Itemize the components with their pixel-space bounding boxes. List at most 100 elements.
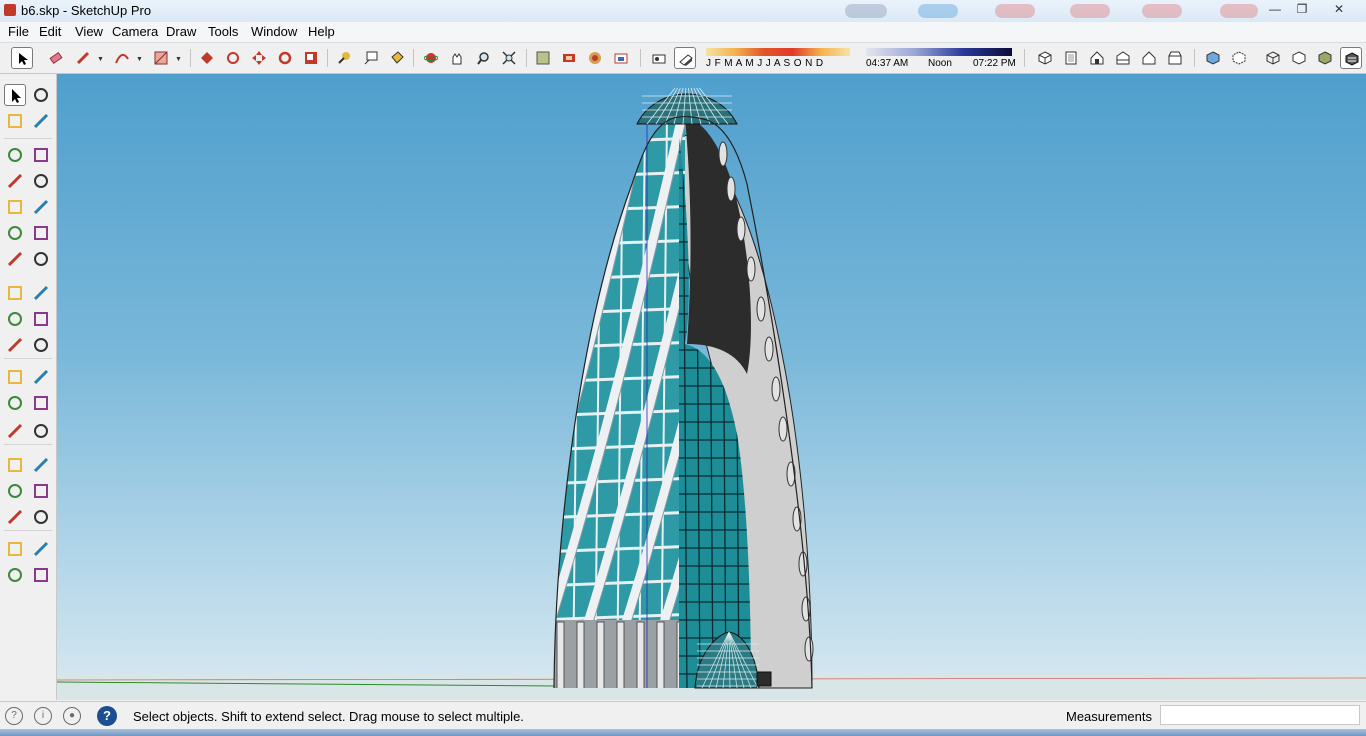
menu-window[interactable]: Window xyxy=(249,24,299,39)
minimize-icon: — xyxy=(1269,2,1281,16)
components-button[interactable] xyxy=(532,47,554,69)
rectangle-icon xyxy=(154,51,168,65)
rectangle-tool-button[interactable] xyxy=(150,47,172,69)
front-view-button[interactable] xyxy=(1086,47,1108,69)
chevron-down-icon[interactable]: ▼ xyxy=(136,56,143,63)
3d-text-tool-button[interactable] xyxy=(30,420,52,442)
menu-file[interactable]: File xyxy=(6,24,31,39)
materials-button[interactable] xyxy=(558,47,580,69)
zoom-window-tool-button[interactable] xyxy=(30,480,52,502)
line-tool-button[interactable] xyxy=(4,144,26,166)
orbit-tool-button[interactable] xyxy=(4,454,26,476)
chevron-down-icon[interactable]: ▼ xyxy=(97,56,104,63)
iso-view-button[interactable] xyxy=(1034,47,1056,69)
model-canvas[interactable] xyxy=(57,74,1366,700)
back-view-button[interactable] xyxy=(1138,47,1160,69)
protractor-tool-button[interactable] xyxy=(4,392,26,414)
follow-me-tool-button[interactable] xyxy=(30,308,52,330)
eraser-tool-button[interactable] xyxy=(30,110,52,132)
push-pull-tool-button[interactable] xyxy=(30,282,52,304)
arc-tool-button[interactable] xyxy=(4,222,26,244)
os-taskbar xyxy=(0,729,1366,736)
tool-palette xyxy=(0,74,57,700)
restore-button[interactable]: ❐ xyxy=(1289,1,1315,17)
text-tool-button[interactable] xyxy=(30,392,52,414)
offset-tool-button[interactable] xyxy=(30,334,52,356)
select-tool-button[interactable] xyxy=(11,47,33,69)
position-camera-tool-button[interactable] xyxy=(4,538,26,560)
back-edges-button[interactable] xyxy=(1228,47,1250,69)
move-tool-button[interactable] xyxy=(4,282,26,304)
menu-camera[interactable]: Camera xyxy=(110,24,160,39)
follow-me-button[interactable] xyxy=(222,47,244,69)
hidden-line-button[interactable] xyxy=(1288,47,1310,69)
right-view-button[interactable] xyxy=(1112,47,1134,69)
freehand-tool-button[interactable] xyxy=(30,144,52,166)
rectangle-tool-button[interactable] xyxy=(4,170,26,192)
chevron-down-icon[interactable]: ▼ xyxy=(175,56,182,63)
shaded-textures-button[interactable] xyxy=(1340,47,1362,69)
help-icon[interactable]: ? xyxy=(97,706,117,726)
zoom-extents-tool-button[interactable] xyxy=(4,506,26,528)
axes-tool-button[interactable] xyxy=(4,420,26,442)
paint-bucket-tool-button[interactable] xyxy=(4,110,26,132)
menu-view[interactable]: View xyxy=(73,24,105,39)
menu-draw[interactable]: Draw xyxy=(164,24,198,39)
tape-measure-button[interactable] xyxy=(333,47,355,69)
three-point-arc-tool-button[interactable] xyxy=(4,248,26,270)
push-pull-button[interactable] xyxy=(196,47,218,69)
top-view-button[interactable] xyxy=(1060,47,1082,69)
move-button[interactable] xyxy=(248,47,270,69)
xray-style-button[interactable] xyxy=(1202,47,1224,69)
dimension-tool-button[interactable] xyxy=(30,366,52,388)
tape-measure-tool-button[interactable] xyxy=(4,366,26,388)
select-tool-button[interactable] xyxy=(4,84,26,106)
rotate-button[interactable] xyxy=(274,47,296,69)
zoom-button[interactable] xyxy=(472,47,494,69)
styles-button[interactable] xyxy=(584,47,606,69)
close-button[interactable]: ✕ xyxy=(1326,1,1352,17)
rotate-tool-button[interactable] xyxy=(4,308,26,330)
ghost-icon xyxy=(1070,4,1110,18)
pie-tool-button[interactable] xyxy=(30,248,52,270)
text-button[interactable] xyxy=(360,47,382,69)
arc-tool-button[interactable] xyxy=(111,47,133,69)
polygon-tool-button[interactable] xyxy=(30,196,52,218)
shaded-button[interactable] xyxy=(1314,47,1336,69)
minimize-button[interactable]: — xyxy=(1262,1,1288,17)
component-tool-button[interactable] xyxy=(30,84,52,106)
pencil-tool-button[interactable] xyxy=(72,47,94,69)
paint-bucket-button[interactable] xyxy=(386,47,408,69)
scale-button[interactable] xyxy=(300,47,322,69)
eraser-tool-button[interactable] xyxy=(45,47,67,69)
pan-tool-button[interactable] xyxy=(30,454,52,476)
left-view-button[interactable] xyxy=(1164,47,1186,69)
zoom-icon xyxy=(477,52,489,65)
two-point-arc-tool-button[interactable] xyxy=(30,222,52,244)
geo-location-icon[interactable]: ? xyxy=(5,707,23,725)
look-around-tool-button[interactable] xyxy=(30,538,52,560)
menu-help[interactable]: Help xyxy=(306,24,337,39)
walk-tool-button[interactable] xyxy=(4,564,26,586)
zoom-extents-button[interactable] xyxy=(498,47,520,69)
3d-warehouse-button[interactable] xyxy=(610,47,632,69)
previous-view-tool-button[interactable] xyxy=(30,506,52,528)
circle-tool-button[interactable] xyxy=(4,196,26,218)
menu-tools[interactable]: Tools xyxy=(206,24,240,39)
section-plane-tool-button[interactable] xyxy=(30,564,52,586)
shadow-time-slider[interactable] xyxy=(866,48,1012,56)
zoom-tool-button[interactable] xyxy=(4,480,26,502)
scale-tool-button[interactable] xyxy=(4,334,26,356)
wireframe-button[interactable] xyxy=(1262,47,1284,69)
rotated-rectangle-tool-button[interactable] xyxy=(30,170,52,192)
orbit-button[interactable] xyxy=(420,47,442,69)
model-viewport[interactable] xyxy=(57,74,1366,700)
user-icon[interactable]: ● xyxy=(63,707,81,725)
measurements-input[interactable] xyxy=(1160,705,1360,725)
xray-button[interactable] xyxy=(648,47,670,69)
pan-button[interactable] xyxy=(446,47,468,69)
menu-edit[interactable]: Edit xyxy=(37,24,63,39)
shadows-button[interactable] xyxy=(674,47,696,69)
shadow-date-slider[interactable] xyxy=(706,48,850,56)
credits-icon[interactable]: i xyxy=(34,707,52,725)
